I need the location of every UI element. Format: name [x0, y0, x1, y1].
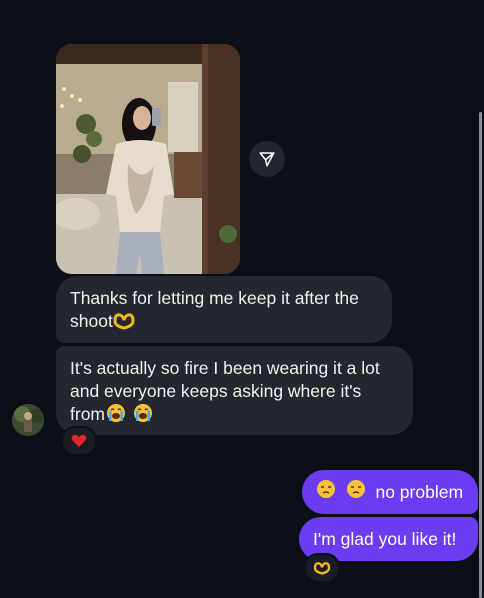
paper-plane-icon [259, 152, 275, 167]
incoming-message[interactable]: Thanks for letting me keep it after the … [56, 276, 392, 343]
message-text: no problem [375, 481, 464, 502]
heart-hands-emoji [113, 312, 135, 336]
chat-thread: Thanks for letting me keep it after the … [0, 0, 484, 598]
unamused-face-emoji [316, 479, 336, 505]
outgoing-message[interactable]: no problem [302, 470, 478, 514]
reaction-badge[interactable] [61, 426, 97, 456]
incoming-message[interactable]: It's actually so fire I been wearing it … [56, 346, 413, 435]
sender-avatar[interactable] [12, 404, 44, 436]
message-line: from [70, 404, 105, 424]
loudly-crying-face-emoji [132, 403, 154, 429]
scrollbar[interactable] [479, 112, 482, 598]
share-button[interactable] [249, 141, 285, 177]
unamused-face-emoji [346, 479, 366, 505]
red-heart-emoji [71, 434, 87, 447]
message-line: and everyone keeps asking where it's [70, 381, 362, 401]
message-line: It's actually so fire I been wearing it … [70, 358, 380, 378]
reaction-badge[interactable] [304, 553, 340, 583]
message-text: I'm glad you like it! [313, 528, 457, 549]
loudly-crying-face-emoji [105, 403, 127, 429]
mirror-selfie-photo [56, 44, 240, 274]
shared-photo[interactable] [56, 44, 240, 274]
heart-hands-emoji [313, 562, 331, 575]
